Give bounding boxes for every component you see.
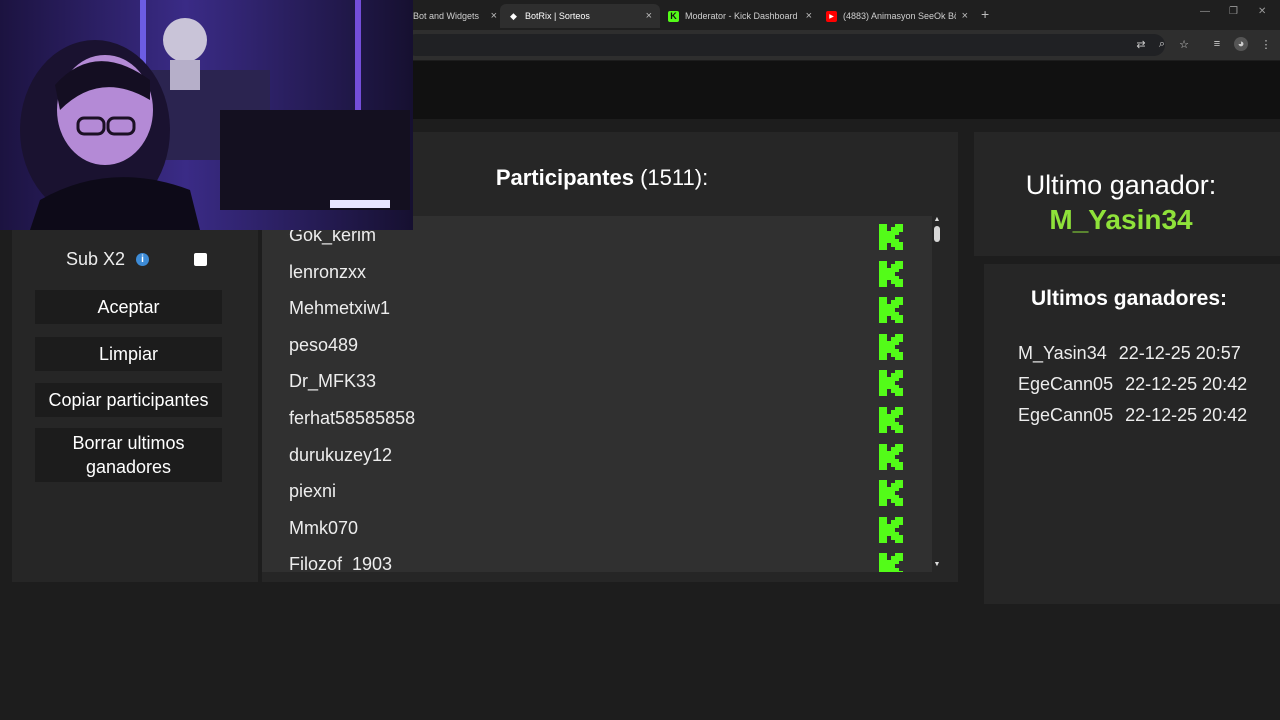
participants-title: Participantes (495, 165, 634, 190)
recent-winners-title: Ultimos ganadores: (1030, 287, 1228, 310)
profile-avatar-icon[interactable]: ◕ (1234, 37, 1248, 51)
winner-row: EgeCann05 22-12-25 20:42 (1018, 405, 1247, 433)
close-icon[interactable]: × (646, 10, 652, 22)
participant-row: Mmk070 (262, 513, 932, 549)
participant-name: peso489 (289, 334, 359, 355)
tab-youtube-animasyon[interactable]: ▶ (4883) Animasyon SeeOk Bölüm × (818, 4, 976, 28)
close-icon[interactable]: × (491, 10, 497, 22)
window-close-icon[interactable]: ✕ (1258, 6, 1266, 17)
scrollbar-thumb[interactable] (934, 226, 940, 242)
maximize-icon[interactable]: ❐ (1229, 6, 1238, 17)
bookmark-star-icon[interactable]: ☆ (1177, 37, 1191, 51)
close-icon[interactable]: × (806, 10, 812, 22)
youtube-favicon-icon: ▶ (826, 10, 837, 22)
webcam-overlay (0, 0, 413, 230)
kick-platform-icon (879, 297, 903, 324)
scrollbar-track[interactable] (932, 216, 942, 572)
close-icon[interactable]: × (962, 10, 968, 22)
kick-platform-icon (879, 480, 903, 507)
winner-name: M_Yasin34 (1018, 343, 1107, 363)
participant-row: peso489 (262, 330, 932, 366)
kick-favicon-icon: K (668, 10, 679, 22)
participant-name: durukuzey12 (289, 444, 393, 465)
kick-platform-icon (879, 370, 903, 397)
winner-name: EgeCann05 (1018, 405, 1114, 425)
botrix-favicon-icon: ◆ (510, 10, 517, 21)
sub-x2-checkbox[interactable] (194, 253, 207, 266)
participant-name: ferhat58585858 (289, 408, 416, 428)
kick-platform-icon (879, 443, 903, 470)
clear-button[interactable]: Limpiar (35, 337, 222, 371)
participant-row: piexni (262, 476, 932, 512)
accept-button[interactable]: Aceptar (35, 290, 222, 324)
participant-row: ferhat58585858 (262, 403, 932, 439)
tab-bot-and-widgets[interactable]: Bot and Widgets × (405, 4, 505, 28)
participant-row: lenronzxx (262, 257, 932, 293)
participant-name: lenronzxx (289, 261, 367, 282)
copy-participants-button[interactable]: Copiar participantes (35, 383, 222, 417)
translate-icon[interactable]: ⇄ (1134, 37, 1148, 51)
info-icon[interactable]: i (136, 253, 149, 266)
tab-label: Bot and Widgets (413, 11, 480, 21)
scroll-up-arrow-icon[interactable]: ▲ (931, 216, 943, 223)
last-winner-name: M_Yasin34 (1049, 204, 1193, 235)
delete-last-winners-button[interactable]: Borrar ultimos ganadores (35, 428, 222, 482)
winner-name: EgeCann05 (1018, 374, 1114, 394)
reading-list-icon[interactable]: ≡ (1210, 37, 1224, 51)
sub-x2-label: Sub X2 (66, 249, 126, 269)
tab-label: (4883) Animasyon SeeOk Bölüm (843, 11, 956, 21)
winner-date: 22-12-25 20:42 (1125, 405, 1248, 425)
kick-platform-icon (879, 407, 903, 433)
participant-name: Mehmetxiw1 (289, 298, 391, 319)
participants-count: (1511): (640, 165, 709, 190)
minimize-icon[interactable]: — (1200, 6, 1210, 17)
address-bar[interactable] (405, 34, 1165, 56)
winner-date: 22-12-25 20:57 (1118, 343, 1241, 363)
kick-platform-icon (879, 260, 903, 287)
participant-row: Mehmetxiw1 (262, 293, 932, 329)
winner-row: EgeCann05 22-12-25 20:42 (1018, 374, 1247, 402)
participant-name: Dr_MFK33 (289, 371, 377, 392)
participant-name: piexni (289, 481, 337, 502)
participant-row: durukuzey12 (262, 440, 932, 476)
webcam-scene (0, 0, 413, 230)
new-tab-button[interactable]: + (981, 6, 989, 22)
tab-botrix-sorteos[interactable]: ◆ BotRix | Sorteos × (500, 4, 660, 28)
recent-winners-card (984, 264, 1280, 604)
kick-platform-icon (879, 516, 903, 543)
participant-row: Dr_MFK33 (262, 366, 932, 402)
tab-kick-dashboard[interactable]: K Moderator - Kick Dashboard × (660, 4, 820, 28)
kick-platform-icon (879, 224, 903, 250)
last-winner-title: Ultimo ganador: (1025, 170, 1217, 200)
winner-date: 22-12-25 20:42 (1125, 374, 1248, 394)
kick-platform-icon (879, 333, 903, 360)
zoom-icon[interactable]: ⌕ (1155, 37, 1169, 51)
tab-label: Moderator - Kick Dashboard (685, 11, 798, 21)
participant-name: Mmk070 (289, 517, 359, 538)
scroll-down-arrow-icon[interactable]: ▼ (931, 561, 943, 568)
winner-row: M_Yasin34 22-12-25 20:57 (1018, 343, 1241, 371)
browser-menu-icon[interactable]: ⋮ (1259, 37, 1273, 51)
tab-label: BotRix | Sorteos (525, 11, 590, 21)
